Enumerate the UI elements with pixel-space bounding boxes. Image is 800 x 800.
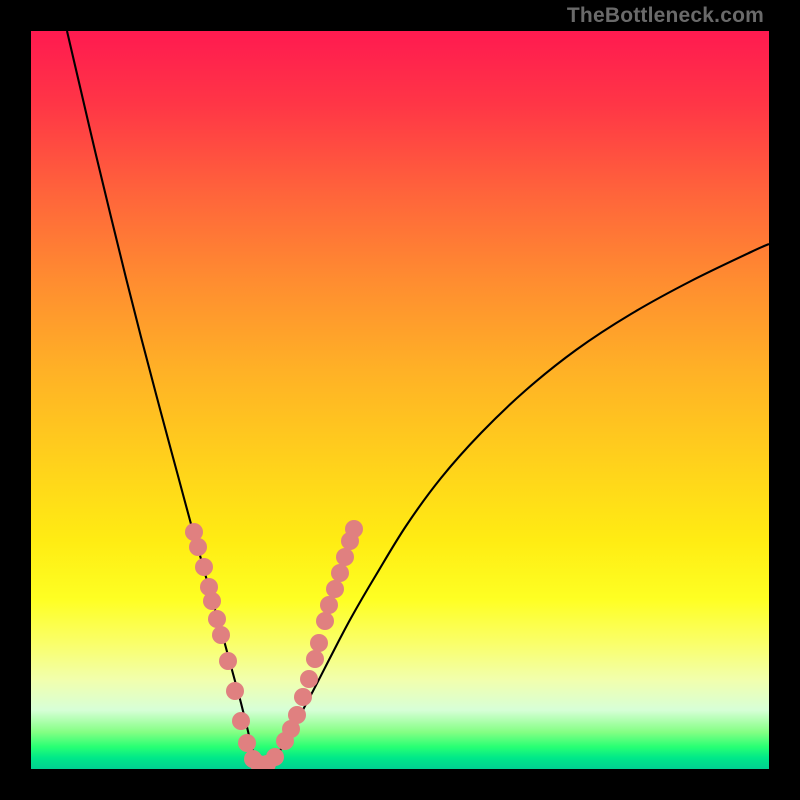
- highlight-dot: [300, 670, 318, 688]
- highlight-dot: [326, 580, 344, 598]
- outer-frame: TheBottleneck.com: [0, 0, 800, 800]
- plot-area: [31, 31, 769, 769]
- watermark-text: TheBottleneck.com: [567, 4, 764, 28]
- highlight-dot: [232, 712, 250, 730]
- highlight-dot: [310, 634, 328, 652]
- highlight-dot: [226, 682, 244, 700]
- highlight-dot: [266, 748, 284, 766]
- highlight-dot: [306, 650, 324, 668]
- highlight-dot: [189, 538, 207, 556]
- highlight-dot: [316, 612, 334, 630]
- highlight-dot: [195, 558, 213, 576]
- highlight-dot: [203, 592, 221, 610]
- highlight-dot: [219, 652, 237, 670]
- highlight-dot: [345, 520, 363, 538]
- highlight-dot: [294, 688, 312, 706]
- highlight-dot: [336, 548, 354, 566]
- highlight-dot: [331, 564, 349, 582]
- highlight-dot: [238, 734, 256, 752]
- highlight-dot: [320, 596, 338, 614]
- highlight-dot: [288, 706, 306, 724]
- highlight-dot: [212, 626, 230, 644]
- bottleneck-curve: [67, 31, 769, 765]
- highlight-dot: [208, 610, 226, 628]
- chart-svg: [31, 31, 769, 769]
